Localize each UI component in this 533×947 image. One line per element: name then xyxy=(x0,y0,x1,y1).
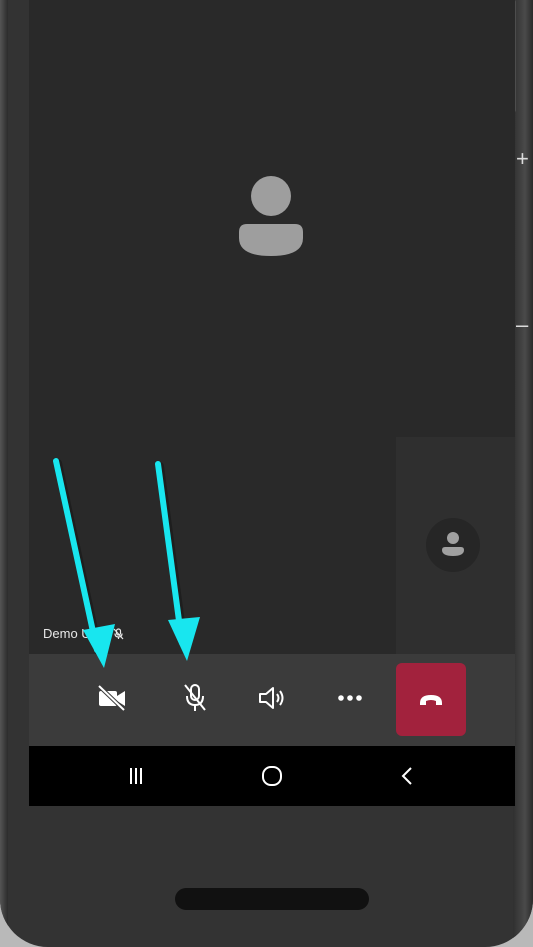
android-nav-bar xyxy=(29,746,515,806)
phone-left-edge xyxy=(0,0,8,947)
phone-screen: Demo User xyxy=(29,0,515,806)
speaker-icon xyxy=(259,687,284,709)
participant-label: Demo User xyxy=(43,626,124,641)
video-toggle-button[interactable] xyxy=(82,668,142,728)
mic-off-icon xyxy=(184,684,206,711)
call-toolbar xyxy=(29,654,515,746)
self-avatar xyxy=(426,518,480,572)
phone-speaker-grille xyxy=(175,888,369,910)
volume-down-mark[interactable]: – xyxy=(516,314,528,336)
speaker-button[interactable] xyxy=(242,668,302,728)
mic-off-icon xyxy=(113,627,124,639)
video-off-icon xyxy=(97,685,126,711)
back-icon xyxy=(401,767,412,785)
person-avatar-icon xyxy=(442,532,464,556)
self-preview-tile[interactable] xyxy=(396,437,515,654)
main-video-tile[interactable]: Demo User xyxy=(29,0,515,654)
home-icon xyxy=(262,766,282,786)
phone-right-edge xyxy=(513,0,533,947)
back-button[interactable] xyxy=(377,756,437,796)
recent-apps-icon xyxy=(130,768,142,784)
end-call-button[interactable] xyxy=(396,663,466,736)
more-icon xyxy=(338,695,362,701)
participant-name: Demo User xyxy=(43,626,109,641)
more-options-button[interactable] xyxy=(320,668,380,728)
person-avatar-icon xyxy=(239,176,303,256)
end-call-icon xyxy=(420,694,442,705)
home-button[interactable] xyxy=(242,756,302,796)
phone-frame: + – Demo User xyxy=(0,0,533,947)
volume-up-mark[interactable]: + xyxy=(516,148,529,170)
mic-toggle-button[interactable] xyxy=(165,668,225,728)
recent-apps-button[interactable] xyxy=(106,756,166,796)
